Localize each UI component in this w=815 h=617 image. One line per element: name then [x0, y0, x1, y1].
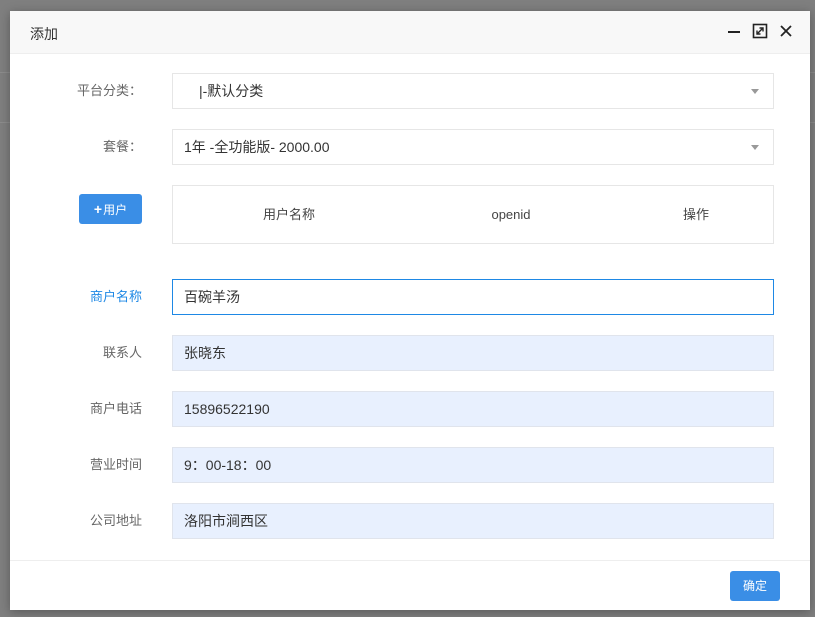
merchant-name-row: 商户名称 百碗羊汤 — [10, 279, 810, 315]
business-hours-label: 营业时间 — [89, 457, 142, 472]
dialog-titlebar: 添加 — [10, 11, 810, 54]
platform-category-value: |-默认分类 — [199, 83, 264, 99]
platform-category-label: 平台分类： — [76, 83, 142, 98]
business-hours-row: 营业时间 9：00-18：00 — [10, 447, 810, 483]
business-hours-input[interactable]: 9：00-18：00 — [172, 447, 774, 483]
maximize-icon[interactable] — [751, 22, 769, 40]
contact-row: 联系人 张晓东 — [10, 335, 810, 371]
company-address-input[interactable]: 洛阳市涧西区 — [172, 503, 774, 539]
column-header-openid: openid — [491, 207, 531, 222]
minimize-icon[interactable] — [725, 22, 743, 40]
add-user-label: 用户 — [103, 203, 128, 217]
package-label: 套餐： — [102, 139, 142, 154]
add-dialog: 添加 平台分类： |-默认分类 套餐： 1年 -全功能版- 2000.00 +用… — [10, 11, 810, 610]
plus-icon: + — [93, 201, 103, 217]
company-address-label: 公司地址 — [89, 513, 142, 528]
add-user-button[interactable]: +用户 — [79, 194, 142, 224]
merchant-phone-label: 商户电话 — [89, 401, 142, 416]
platform-category-row: 平台分类： |-默认分类 — [10, 73, 810, 109]
merchant-name-input[interactable]: 百碗羊汤 — [172, 279, 774, 315]
user-table: 用户名称 openid 操作 — [172, 185, 774, 244]
chevron-down-icon — [751, 145, 759, 150]
merchant-phone-input[interactable]: 15896522190 — [172, 391, 774, 427]
merchant-name-label: 商户名称 — [89, 289, 142, 304]
contact-input[interactable]: 张晓东 — [172, 335, 774, 371]
dialog-footer: 确定 — [10, 560, 810, 610]
chevron-down-icon — [751, 89, 759, 94]
close-icon[interactable] — [777, 22, 795, 40]
package-select[interactable]: 1年 -全功能版- 2000.00 — [172, 129, 774, 165]
package-value: 1年 -全功能版- 2000.00 — [184, 139, 330, 155]
column-header-action: 操作 — [682, 207, 709, 222]
merchant-phone-row: 商户电话 15896522190 — [10, 391, 810, 427]
confirm-button[interactable]: 确定 — [730, 571, 780, 601]
package-row: 套餐： 1年 -全功能版- 2000.00 — [10, 129, 810, 165]
company-address-row: 公司地址 洛阳市涧西区 — [10, 503, 810, 539]
platform-category-select[interactable]: |-默认分类 — [172, 73, 774, 109]
column-header-username: 用户名称 — [262, 207, 315, 222]
dialog-title: 添加 — [30, 26, 58, 42]
contact-label: 联系人 — [102, 345, 142, 360]
